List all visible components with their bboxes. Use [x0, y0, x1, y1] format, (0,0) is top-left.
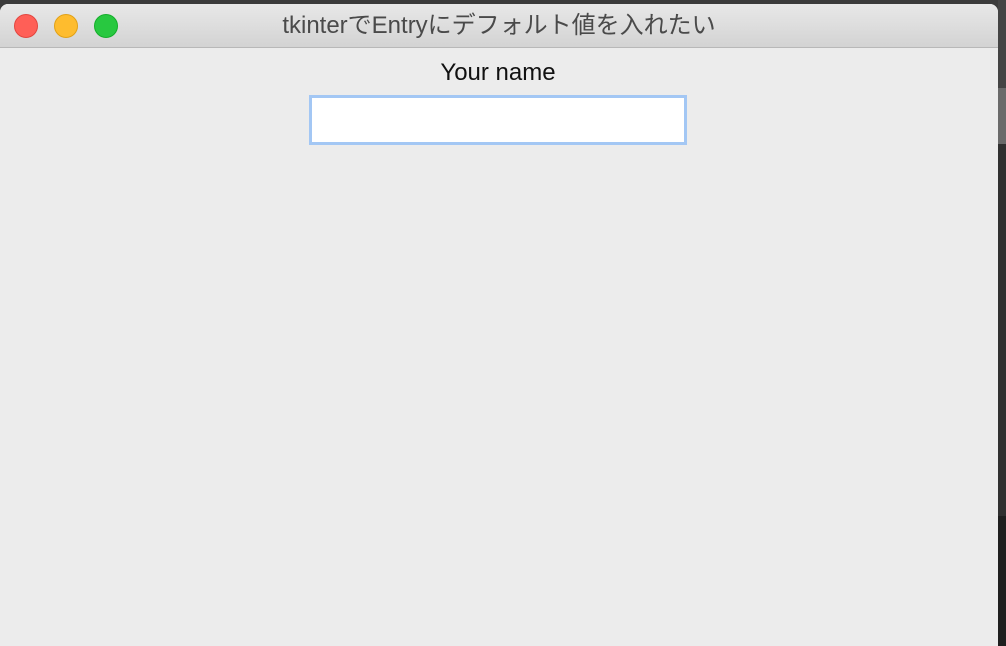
window-content: Your name [0, 48, 998, 646]
desktop: tkinterでEntryにデフォルト値を入れたい Your name [0, 0, 1006, 646]
background-band [998, 88, 1006, 144]
name-label: Your name [440, 59, 556, 86]
name-entry[interactable] [309, 95, 687, 145]
title-bar[interactable]: tkinterでEntryにデフォルト値を入れたい [0, 4, 998, 48]
app-window: tkinterでEntryにデフォルト値を入れたい Your name [0, 4, 998, 646]
window-title: tkinterでEntryにデフォルト値を入れたい [282, 12, 716, 39]
background-band [998, 144, 1006, 516]
background-strip [998, 0, 1006, 646]
background-band [998, 0, 1006, 88]
background-band [998, 516, 1006, 646]
